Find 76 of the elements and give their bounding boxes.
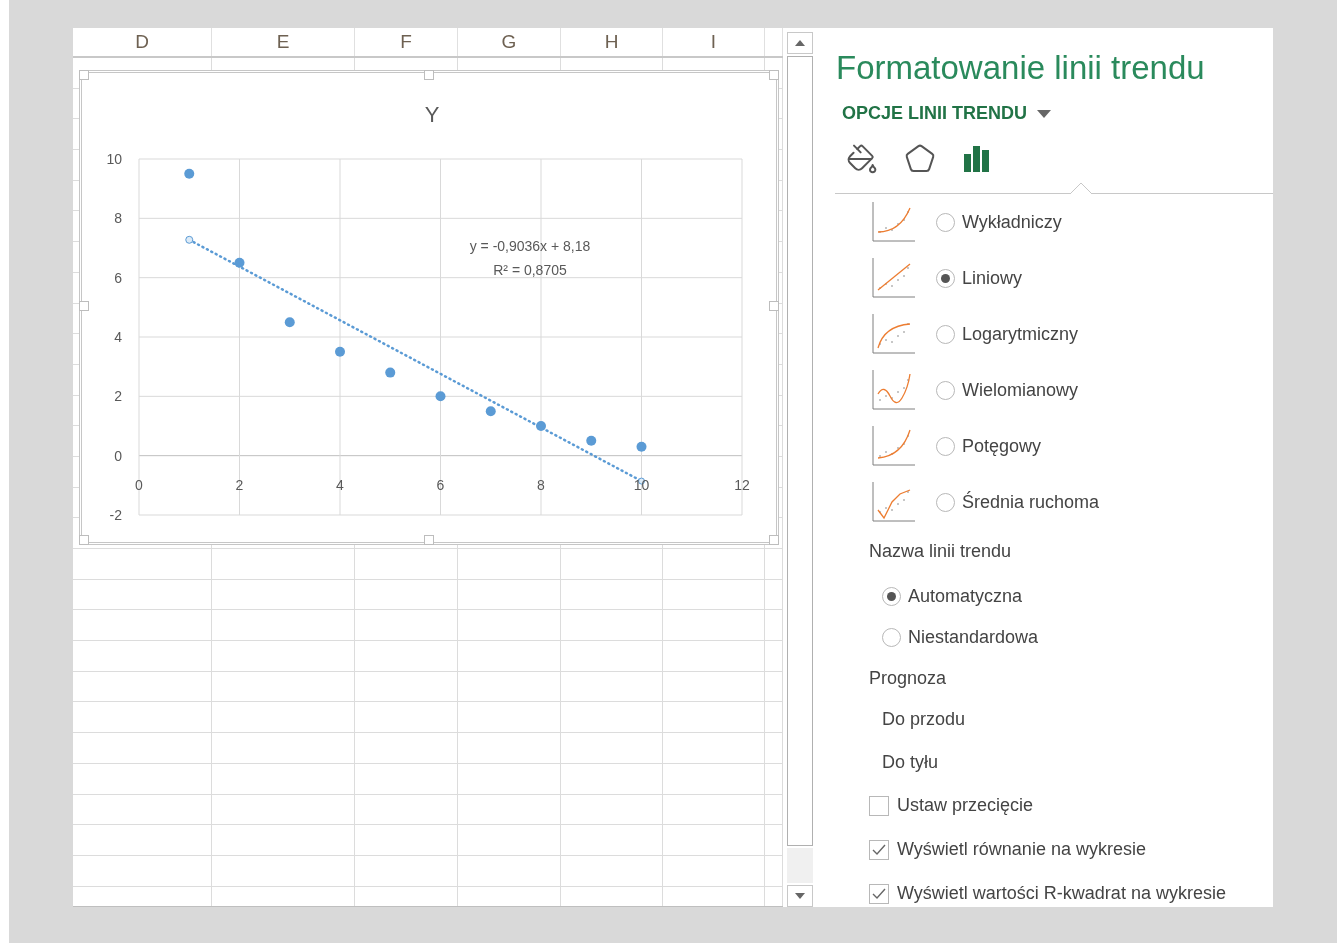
radio-option[interactable]: Logarytmiczny: [936, 320, 1079, 348]
check-icon: [872, 843, 886, 856]
x-tick-label: 2: [235, 476, 244, 493]
column-header[interactable]: H: [604, 28, 619, 57]
data-point: [636, 441, 647, 452]
field-label: Do przodu: [882, 708, 967, 731]
section-label: Prognoza: [869, 667, 948, 690]
resize-handle[interactable]: [79, 70, 89, 80]
data-point: [184, 168, 195, 179]
trend-type-icon: [872, 202, 916, 242]
y-tick-label: 4: [114, 329, 122, 345]
check-icon: [872, 887, 886, 900]
x-tick-label: 6: [436, 476, 445, 493]
radio-option[interactable]: Automatyczna: [882, 583, 1273, 610]
data-point: [536, 421, 546, 431]
column-header[interactable]: G: [501, 28, 517, 57]
checkbox-option[interactable]: Wyświetl równanie na wykresie: [869, 836, 1273, 863]
y-tick-label: 6: [114, 269, 122, 286]
x-tick-label: 4: [336, 476, 344, 493]
radio-option[interactable]: Niestandardowa: [882, 624, 1273, 651]
data-point: [385, 367, 396, 378]
column-header[interactable]: F: [400, 28, 412, 57]
resize-handle[interactable]: [79, 535, 89, 545]
data-point: [485, 406, 496, 417]
radio-option[interactable]: Średnia ruchoma: [936, 488, 1100, 516]
radio-option[interactable]: Potęgowy: [936, 432, 1042, 460]
pentagon-icon: [904, 143, 936, 175]
data-point: [335, 346, 345, 357]
checkbox-option[interactable]: Ustaw przecięcie: [869, 792, 1273, 819]
resize-handle[interactable]: [769, 535, 779, 545]
trend-type-icon: [872, 482, 916, 522]
panel-title: Formatowanie linii trendu: [835, 48, 1206, 88]
scroll-down-button[interactable]: [787, 885, 813, 907]
scroll-thumb[interactable]: [787, 56, 813, 846]
trendline-label: R² = 0,8705: [493, 262, 567, 278]
scroll-up-button[interactable]: [787, 32, 813, 54]
data-point: [284, 317, 295, 328]
y-tick-label: -2: [109, 507, 122, 523]
x-tick-label: 12: [734, 476, 750, 493]
data-point: [586, 435, 597, 446]
column-header[interactable]: D: [135, 28, 149, 57]
resize-handle[interactable]: [424, 535, 434, 545]
column-header[interactable]: I: [710, 28, 717, 57]
y-tick-label: 8: [114, 210, 122, 227]
y-tick-label: 0: [114, 447, 122, 464]
down-arrow-icon: [795, 893, 805, 899]
resize-handle[interactable]: [769, 301, 779, 311]
checkbox-option[interactable]: Wyświetl wartości R-kwadrat na wykresie: [869, 880, 1273, 907]
resize-handle[interactable]: [769, 70, 779, 80]
bar-chart-icon: [962, 144, 992, 174]
paint-bucket-icon: [846, 143, 878, 175]
trend-type-icon: [872, 426, 916, 466]
dropdown-caret-icon: [1037, 109, 1052, 118]
field-label: Do tyłu: [882, 751, 940, 774]
column-header[interactable]: E: [276, 28, 290, 57]
up-arrow-icon: [795, 40, 805, 46]
data-point: [234, 257, 245, 268]
data-point: [435, 391, 446, 402]
trendline-label: y = -0,9036x + 8,18: [469, 238, 591, 254]
x-tick-label: 8: [537, 476, 545, 493]
trend-type-icon: [872, 370, 916, 410]
trend-type-icon: [872, 314, 916, 354]
radio-option[interactable]: Wykładniczy: [936, 208, 1062, 236]
x-tick-label: 0: [135, 476, 143, 493]
radio-option[interactable]: Liniowy: [936, 264, 1023, 292]
chart-area[interactable]: Y -2 0 2 4 6 8 10 0 2 4 6 8 10 12 y = -0,9036x + 8,18 R² = 0,8705: [79, 70, 779, 545]
chart-title: Y: [424, 102, 440, 127]
y-tick-label: 2: [114, 388, 122, 405]
x-tick-label: 10: [633, 476, 650, 493]
y-tick-label: 10: [106, 151, 122, 167]
resize-handle[interactable]: [79, 301, 89, 311]
section-menu[interactable]: OPCJE LINII TRENDU: [842, 100, 1052, 127]
resize-handle[interactable]: [424, 70, 434, 80]
section-label: Nazwa linii trendu: [869, 540, 1013, 563]
radio-option[interactable]: Wielomianowy: [936, 376, 1079, 404]
trend-type-icon: [872, 258, 916, 298]
